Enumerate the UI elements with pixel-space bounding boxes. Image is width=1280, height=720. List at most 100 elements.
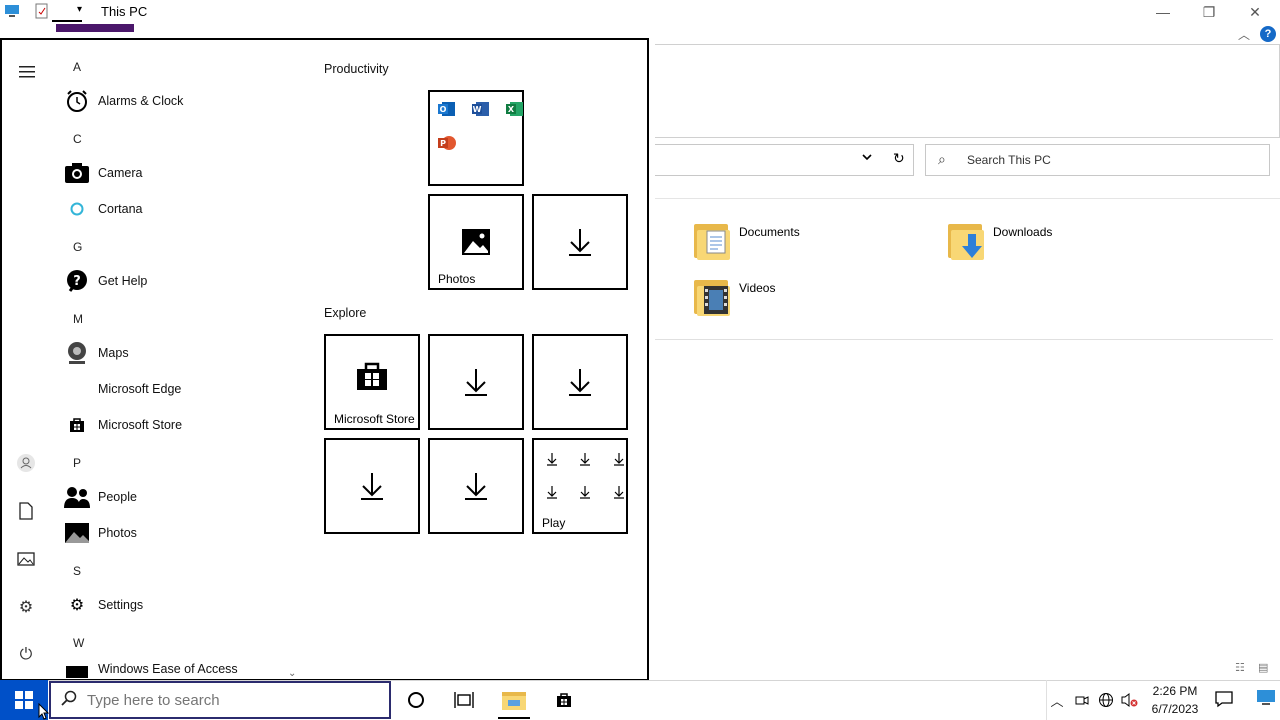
app-settings[interactable]: ⚙ Settings — [64, 590, 304, 620]
app-alarms-clock[interactable]: Alarms & Clock — [64, 86, 304, 116]
download-placeholder-tile[interactable] — [428, 438, 524, 534]
download-arrow-icon — [430, 440, 522, 532]
section-letter-a[interactable]: A — [73, 60, 81, 74]
power-icon[interactable]: ⏻ — [16, 645, 36, 665]
download-placeholder-tile[interactable] — [532, 334, 628, 430]
details-view-icon[interactable]: ☷ — [1235, 661, 1245, 674]
edge-icon — [64, 376, 90, 402]
restore-button[interactable]: ❐ — [1186, 0, 1232, 24]
microsoft-store-tile[interactable]: Microsoft Store — [324, 334, 420, 430]
download-placeholder-tile[interactable] — [428, 334, 524, 430]
app-get-help[interactable]: ? Get Help — [64, 266, 304, 296]
volume-muted-icon[interactable] — [1120, 690, 1140, 710]
svg-text:X: X — [508, 105, 515, 114]
properties-icon[interactable] — [34, 3, 50, 19]
documents-folder-label[interactable]: Documents — [739, 225, 800, 239]
address-history-chevron-icon[interactable] — [862, 151, 872, 165]
task-view-button[interactable] — [440, 680, 488, 720]
svg-text:?: ? — [73, 274, 81, 289]
store-taskbar-button[interactable] — [540, 680, 588, 720]
ribbon-tab-computer[interactable] — [56, 24, 134, 32]
action-center-button[interactable] — [1214, 690, 1238, 710]
section-letter-p[interactable]: P — [73, 456, 81, 470]
svg-text:W: W — [473, 105, 482, 114]
app-label: Maps — [98, 346, 129, 360]
folder-icon — [64, 662, 90, 678]
documents-icon[interactable] — [16, 501, 36, 521]
download-placeholder-tile[interactable] — [532, 194, 628, 290]
refresh-icon[interactable]: ↻ — [893, 150, 905, 167]
group-header-productivity[interactable]: Productivity — [324, 62, 389, 76]
store-tile-icon — [326, 336, 418, 417]
expand-chevron-icon[interactable]: ⌄ — [288, 668, 296, 679]
app-label: Camera — [98, 166, 143, 180]
app-cortana[interactable]: Cortana — [64, 194, 304, 224]
section-letter-c[interactable]: C — [73, 132, 82, 146]
group-header-explore[interactable]: Explore — [324, 306, 366, 320]
pictures-icon[interactable] — [16, 549, 36, 569]
videos-folder-icon[interactable] — [694, 276, 730, 316]
address-bar[interactable] — [655, 144, 914, 176]
photos-tile[interactable]: Photos — [428, 194, 524, 290]
app-microsoft-store[interactable]: Microsoft Store — [64, 410, 304, 440]
network-globe-icon[interactable] — [1096, 690, 1116, 710]
clock-date: 6/7/2023 — [1151, 702, 1199, 716]
play-folder-tile[interactable]: Play — [532, 438, 628, 534]
svg-text:P: P — [440, 139, 446, 148]
qat-dropdown-icon[interactable]: ▾ — [77, 4, 82, 15]
download-arrow-icon — [547, 453, 557, 466]
show-hidden-icons-chevron-icon[interactable]: ︿ — [1047, 690, 1067, 710]
cortana-circle-icon — [408, 692, 424, 708]
download-arrow-icon — [580, 486, 590, 499]
taskbar-clock[interactable]: 2:26 PM 6/7/2023 — [1142, 682, 1208, 718]
section-letter-s[interactable]: S — [73, 564, 81, 578]
download-placeholder-tile[interactable] — [324, 438, 420, 534]
downloads-folder-icon[interactable] — [948, 220, 984, 260]
this-pc-icon — [4, 3, 20, 19]
app-label: Settings — [98, 598, 144, 612]
close-button[interactable]: ✕ — [1232, 0, 1278, 24]
app-camera[interactable]: Camera — [64, 158, 304, 188]
section-letter-w[interactable]: W — [73, 636, 84, 650]
hamburger-menu-icon[interactable] — [17, 62, 37, 82]
download-arrow-icon — [547, 486, 557, 499]
app-label: Get Help — [98, 274, 148, 288]
section-letter-g[interactable]: G — [73, 240, 82, 254]
settings-gear-icon[interactable]: ⚙ — [16, 597, 36, 617]
store-icon — [64, 412, 90, 438]
tiles-view-icon[interactable]: ▤ — [1258, 661, 1268, 674]
documents-folder-icon[interactable] — [694, 220, 730, 260]
meet-now-icon[interactable] — [1072, 690, 1092, 710]
camera-icon — [64, 160, 90, 186]
show-desktop-button[interactable] — [1256, 688, 1276, 710]
section-letter-m[interactable]: M — [73, 312, 83, 326]
download-arrow-icon — [580, 453, 590, 466]
user-account-icon[interactable] — [16, 453, 36, 473]
app-photos[interactable]: Photos — [64, 518, 304, 548]
taskbar-search-box[interactable] — [49, 681, 391, 719]
app-label: Microsoft Store — [98, 418, 183, 432]
office-apps-tile[interactable]: O W X P — [428, 90, 524, 186]
app-label: Microsoft Edge — [98, 382, 182, 396]
cortana-button[interactable] — [392, 680, 440, 720]
app-microsoft-edge[interactable]: Microsoft Edge — [64, 374, 304, 404]
ribbon-collapse-icon[interactable]: ︿ — [1238, 26, 1250, 43]
file-explorer-taskbar-button[interactable] — [490, 680, 538, 720]
minimize-button[interactable]: — — [1140, 0, 1186, 24]
settings-icon: ⚙ — [69, 597, 85, 614]
svg-text:O: O — [440, 105, 447, 114]
photos-icon — [64, 520, 90, 546]
downloads-folder-label[interactable]: Downloads — [993, 225, 1052, 239]
play-tile-label: Play — [542, 516, 566, 530]
people-icon — [64, 484, 90, 510]
help-icon[interactable]: ? — [1260, 26, 1276, 42]
divider — [655, 339, 1273, 340]
store-icon — [557, 693, 571, 707]
download-arrow-icon — [614, 486, 624, 499]
app-windows-ease-of-access[interactable]: Windows Ease of Access — [64, 662, 304, 678]
app-maps[interactable]: Maps — [64, 338, 304, 368]
explorer-search-box[interactable]: ⌕ Search This PC — [925, 144, 1270, 176]
videos-folder-label[interactable]: Videos — [739, 281, 775, 295]
app-people[interactable]: People — [64, 482, 304, 512]
taskbar-search-input[interactable] — [85, 690, 379, 710]
